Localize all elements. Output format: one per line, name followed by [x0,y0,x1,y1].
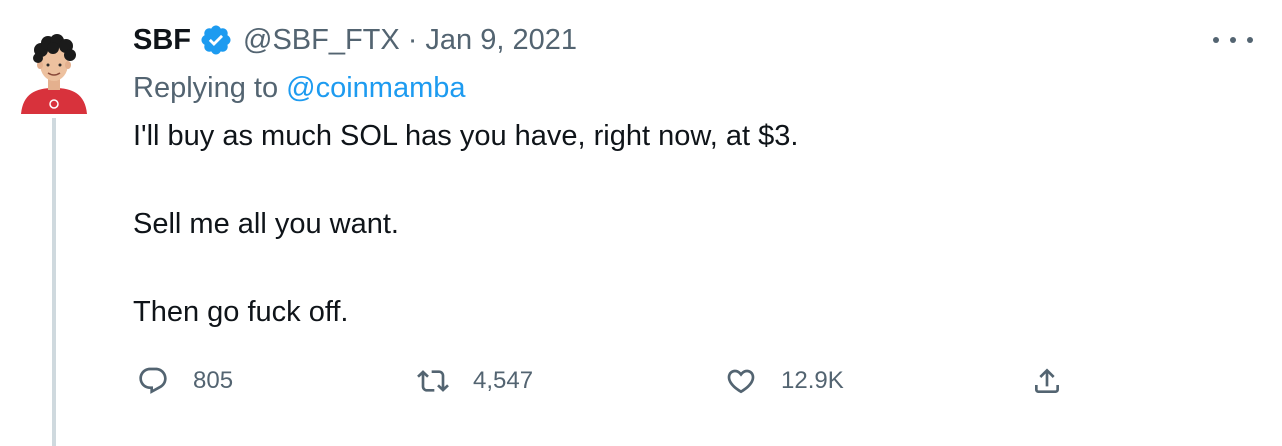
like-button[interactable]: 12.9K [725,365,844,397]
share-button[interactable] [1031,365,1063,397]
tweet-header: SBF @SBF_FTX · Jan 9, 2021 [133,18,1253,62]
reply-count: 805 [193,367,234,394]
reply-icon [139,367,167,394]
avatar[interactable] [17,28,91,114]
author-name[interactable]: SBF [133,24,191,57]
tweet: SBF @SBF_FTX · Jan 9, 2021 Replying to @… [133,18,1253,394]
tweet-paragraph: I'll buy as much SOL has you have, right… [133,120,799,152]
heart-icon [727,369,755,394]
tweet-paragraph: Sell me all you want. [133,208,399,240]
retweet-icon [417,370,449,392]
share-icon [1035,368,1059,393]
retweet-count: 4,547 [473,367,534,394]
replying-to-line: Replying to @coinmamba [133,68,1253,108]
verified-badge-icon [199,23,233,57]
retweet-button[interactable]: 4,547 [417,365,533,397]
like-count: 12.9K [781,367,844,394]
avatar-image [21,34,87,114]
more-options-icon[interactable] [1213,26,1253,54]
thread-connector-line [52,118,56,446]
author-handle[interactable]: @SBF_FTX [243,24,400,57]
tweet-text: I'll buy as much SOL has you have, right… [133,114,1253,334]
separator-dot: · [407,23,418,56]
tweet-date[interactable]: Jan 9, 2021 [425,24,577,57]
tweet-actions: 805 4,547 12.9K [133,365,1073,409]
replying-to-prefix: Replying to [133,72,287,104]
tweet-paragraph: Then go fuck off. [133,296,349,328]
replying-to-mention[interactable]: @coinmamba [286,72,465,104]
reply-button[interactable]: 805 [137,365,233,397]
